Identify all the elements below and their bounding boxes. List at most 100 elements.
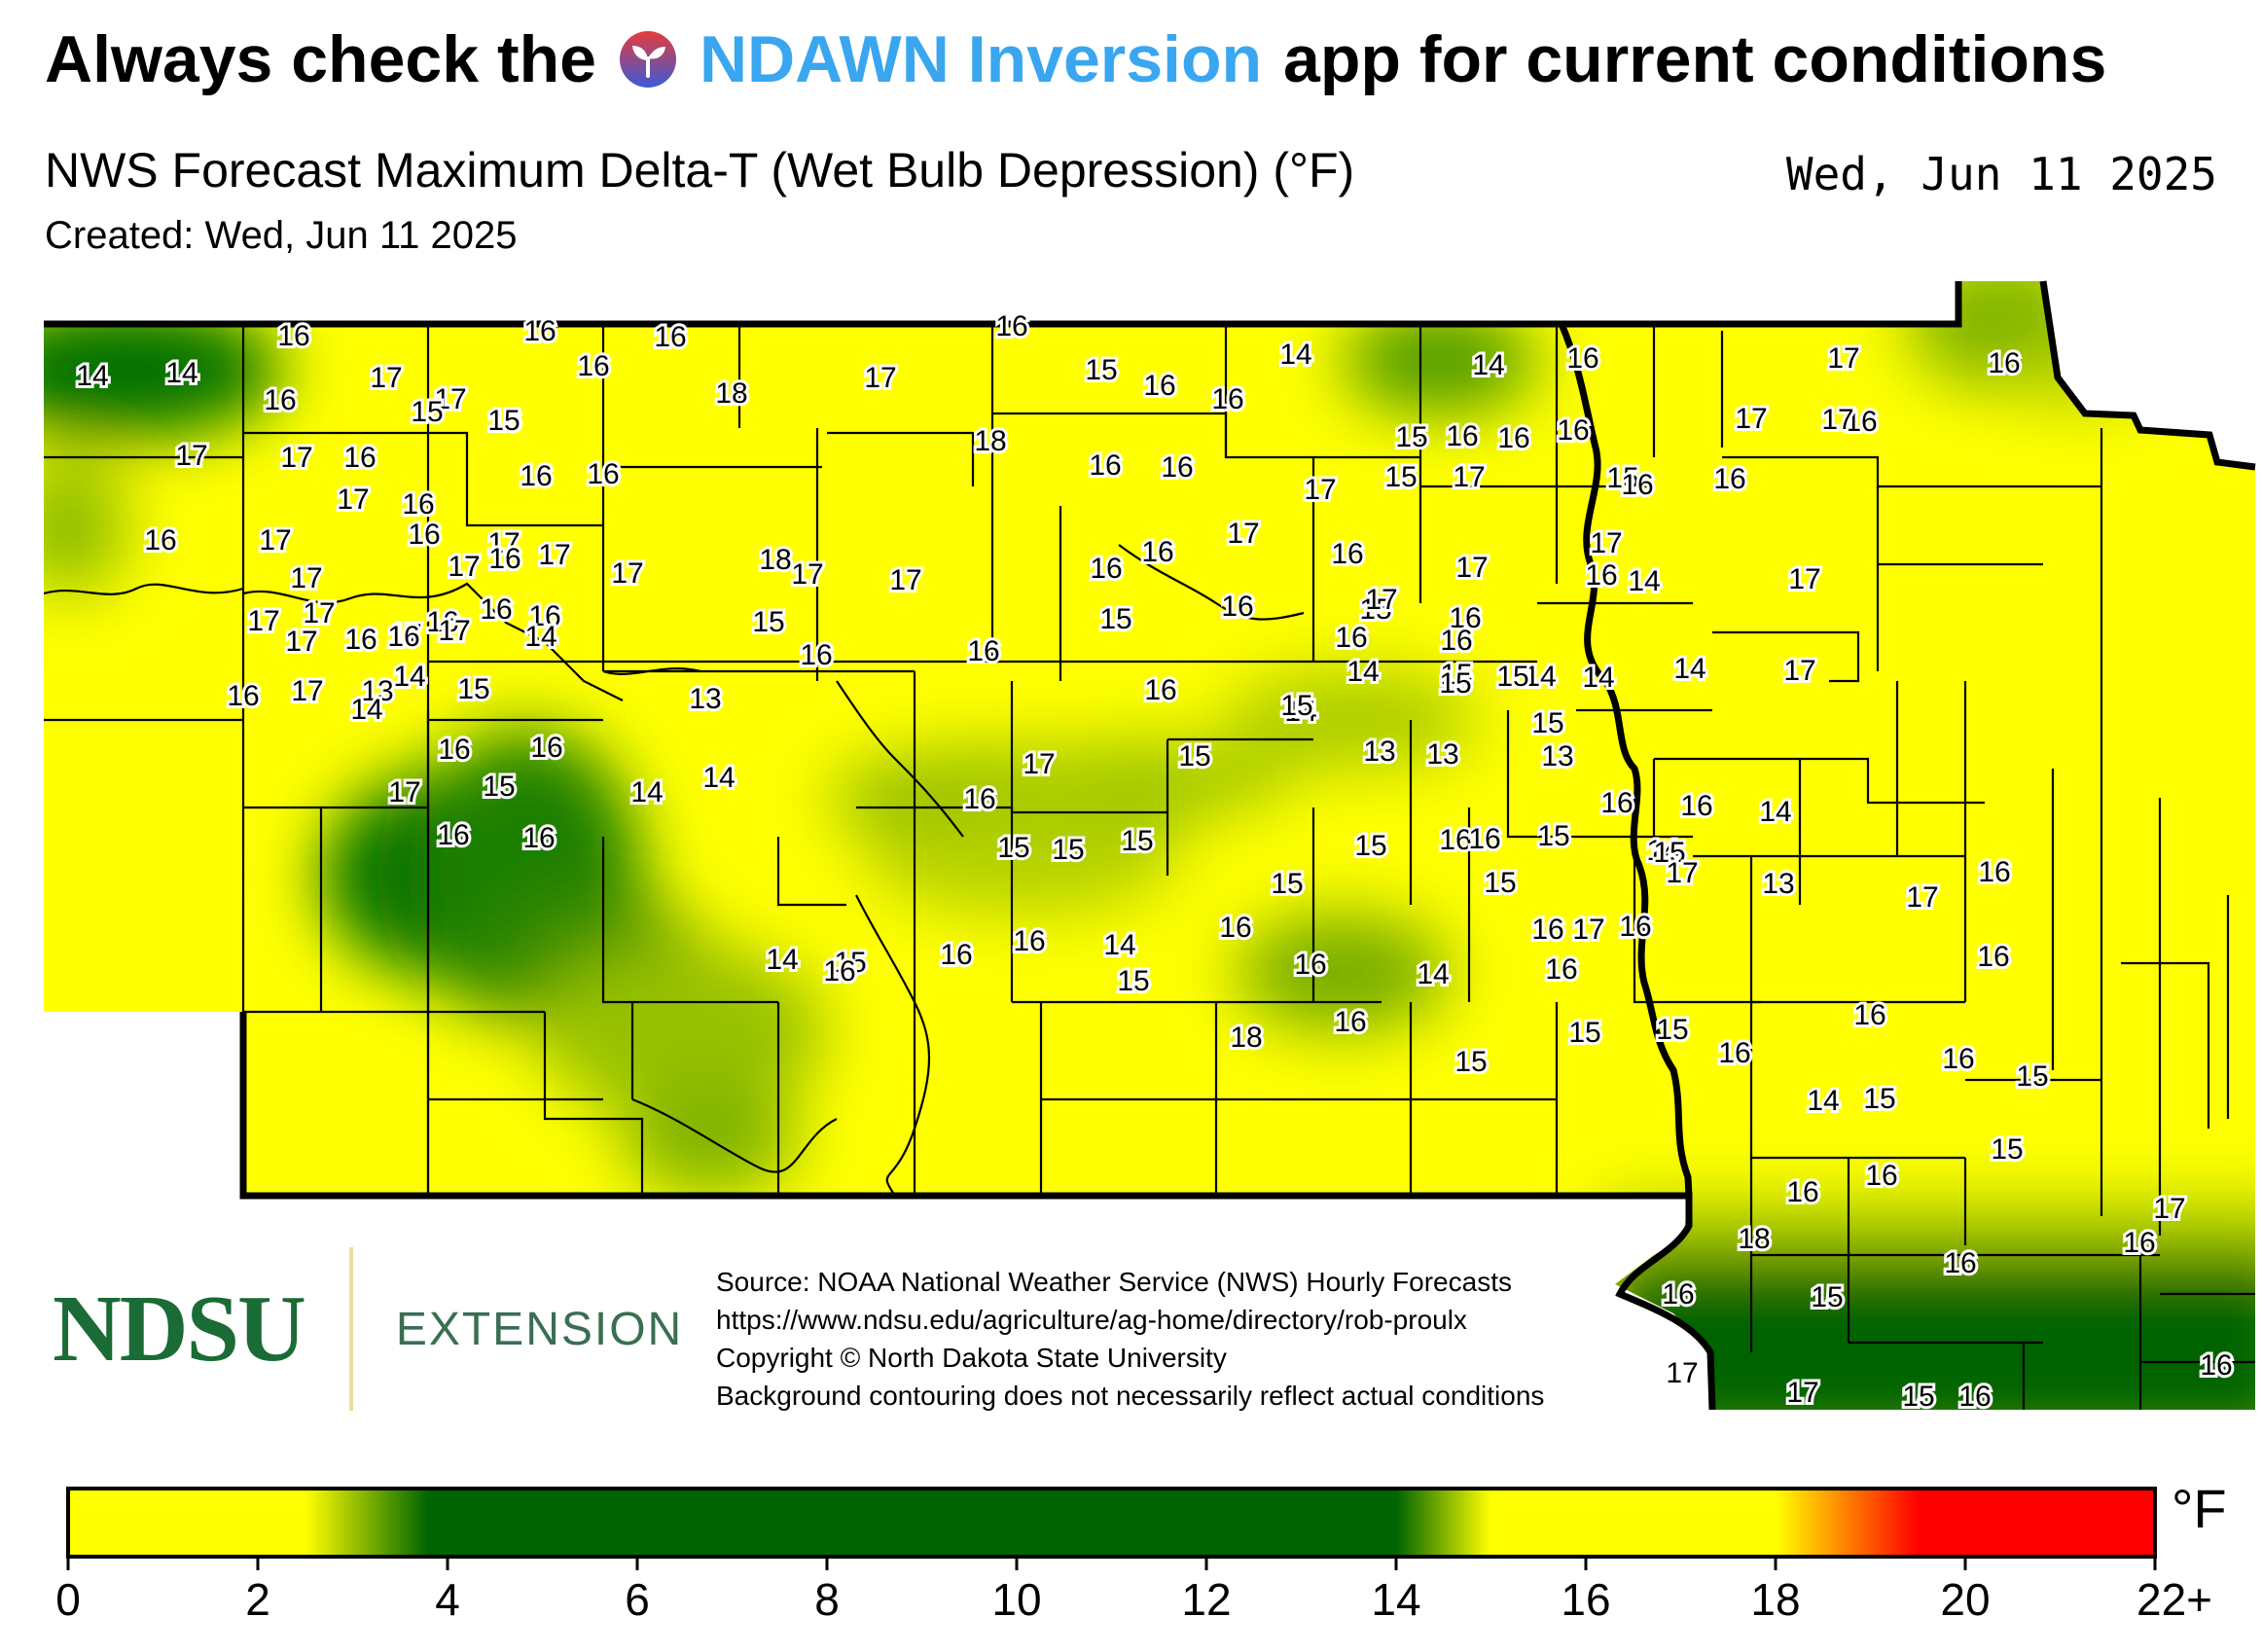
- station-value-label: 16: [1621, 469, 1653, 501]
- station-value-label: 17: [1906, 881, 1938, 914]
- station-value-label: 15: [1099, 603, 1131, 635]
- station-value-label: 16: [1600, 787, 1633, 819]
- station-value-label: 16: [1221, 591, 1253, 623]
- station-value-label: 14: [1279, 339, 1311, 371]
- station-value-label: 16: [1294, 949, 1326, 981]
- legend-tick-label: 16: [1561, 1574, 1610, 1625]
- station-value-label: 16: [2123, 1227, 2155, 1259]
- station-value-label: 16: [2200, 1349, 2232, 1382]
- station-value-label: 17: [370, 362, 402, 394]
- station-value-label: 16: [1958, 1381, 1991, 1413]
- station-value-label: 18: [715, 377, 747, 410]
- legend-tick-label: 22+: [2136, 1574, 2212, 1625]
- legend-tick-label: 6: [625, 1574, 650, 1625]
- station-value-label: 16: [823, 955, 855, 988]
- station-value-label: 15: [1454, 1046, 1487, 1078]
- station-value-label: 16: [1978, 856, 2010, 888]
- station-value-label: 16: [438, 734, 470, 766]
- station-value-label: 15: [1354, 830, 1386, 862]
- legend-tick-label: 12: [1181, 1574, 1231, 1625]
- station-value-label: 16: [1585, 559, 1617, 592]
- legend-tick-label: 4: [435, 1574, 460, 1625]
- station-value-label: 16: [577, 350, 609, 382]
- station-value-label: 16: [1977, 941, 2009, 973]
- station-value-label: 15: [1121, 825, 1153, 857]
- station-value-label: 16: [1335, 622, 1367, 654]
- station-value-label: 16: [344, 624, 377, 656]
- station-value-label: 16: [523, 315, 556, 347]
- station-value-label: 15: [1656, 1014, 1688, 1046]
- legend-tick-label: 20: [1940, 1574, 1990, 1625]
- station-value-label: 17: [1365, 584, 1397, 616]
- station-value-label: 17: [791, 558, 823, 591]
- legend-unit: °F: [2172, 1478, 2227, 1539]
- station-value-label: 16: [1334, 1006, 1366, 1038]
- station-value-label: 14: [350, 694, 382, 726]
- station-value-label: 16: [1566, 342, 1598, 375]
- station-value-label: 17: [1827, 342, 1859, 375]
- station-value-label: 16: [1944, 1247, 1976, 1279]
- station-value-label: 16: [343, 442, 376, 474]
- legend-tick-label: 18: [1750, 1574, 1800, 1625]
- ndsu-extension-logo: NDSU EXTENSION: [53, 1247, 683, 1411]
- station-value-label: 16: [995, 310, 1027, 342]
- station-value-label: 15: [1496, 661, 1528, 693]
- legend-ticks: 0 2 4 6 8 10 12 14 16 18 20 22+: [55, 1557, 2212, 1625]
- station-value-label: 16: [277, 320, 309, 352]
- station-value-label: 17: [175, 440, 207, 472]
- station-value-label: 17: [1227, 518, 1259, 550]
- station-value-label: 16: [1662, 1278, 1694, 1311]
- source-url[interactable]: https://www.ndsu.edu/agriculture/ag-home…: [716, 1301, 1544, 1339]
- station-value-label: 15: [1439, 667, 1471, 700]
- station-value-label: 16: [144, 524, 176, 557]
- station-value-label: 16: [1439, 824, 1471, 856]
- station-value-label: 18: [759, 544, 791, 576]
- station-value-label: 17: [247, 605, 279, 637]
- station-value-label: 16: [1988, 347, 2020, 379]
- station-value-label: 16: [1853, 999, 1885, 1031]
- station-value-label: 15: [1531, 707, 1563, 739]
- station-value-label: 16: [587, 458, 619, 490]
- station-value-label: 14: [630, 776, 663, 808]
- station-value-label: 16: [264, 384, 296, 416]
- legend-colorbar: [68, 1489, 2155, 1557]
- station-value-label: 16: [1531, 914, 1563, 946]
- station-value-label: 16: [1013, 925, 1045, 957]
- station-value-label: 17: [1455, 552, 1488, 584]
- station-value-label: 15: [1178, 740, 1210, 772]
- station-value-label: 13: [1762, 868, 1794, 900]
- station-value-label: 15: [1991, 1133, 2023, 1166]
- station-value-label: 16: [1219, 912, 1251, 944]
- station-value-label: 16: [1161, 451, 1193, 484]
- station-value-label: 17: [611, 557, 643, 590]
- station-value-label: 15: [1902, 1381, 1934, 1413]
- station-value-label: 15: [2016, 1060, 2048, 1093]
- station-value-label: 17: [889, 564, 921, 596]
- station-value-label: 16: [800, 639, 832, 671]
- station-value-label: 16: [480, 593, 512, 626]
- station-value-label: 17: [1023, 748, 1055, 780]
- station-value-label: 15: [411, 396, 443, 428]
- station-value-label: 16: [1331, 538, 1363, 570]
- station-value-label: 16: [1865, 1160, 1897, 1192]
- station-value-label: 16: [387, 621, 419, 653]
- station-value-label: 16: [530, 732, 562, 764]
- station-value-label: 17: [290, 562, 322, 594]
- station-value-label: 14: [1759, 796, 1791, 828]
- station-value-label: 16: [408, 519, 440, 551]
- station-value-label: 15: [1537, 820, 1569, 852]
- station-value-label: 16: [654, 321, 686, 353]
- station-value-label: 15: [997, 832, 1029, 864]
- station-value-label: 15: [483, 771, 515, 803]
- station-value-label: 16: [1713, 463, 1745, 495]
- station-value-label: 16: [1942, 1043, 1974, 1075]
- station-value-label: 16: [967, 635, 999, 667]
- station-value-label: 17: [1453, 461, 1485, 493]
- station-value-label: 16: [1680, 790, 1712, 822]
- copyright-line: Copyright © North Dakota State Universit…: [716, 1343, 1227, 1373]
- station-value-label: 15: [1052, 834, 1084, 866]
- station-value-label: 15: [752, 606, 784, 638]
- station-value-label: 16: [522, 822, 555, 854]
- station-value-label: 15: [1384, 461, 1417, 493]
- station-value-label: 15: [487, 405, 520, 437]
